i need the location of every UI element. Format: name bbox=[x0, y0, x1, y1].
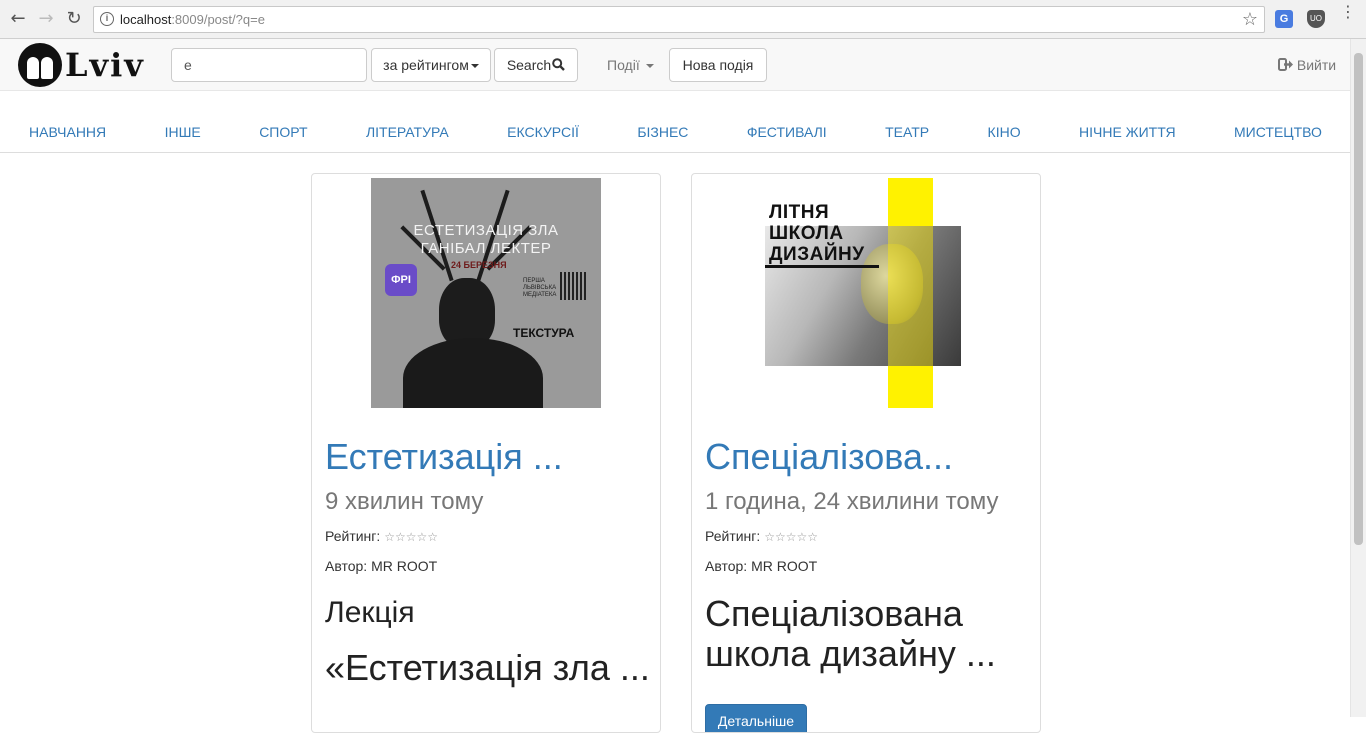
poster-date: 24 БЕРЕЗНЯ bbox=[451, 260, 507, 270]
poster-yellow-overlay bbox=[888, 226, 933, 366]
poster-library-text: ПЕРША ЛЬВІВСЬКА МЕДІАТЕКА bbox=[523, 278, 557, 298]
url-text: localhost:8009/post/?q=e bbox=[120, 12, 265, 27]
url-path: :8009/post/?q=e bbox=[171, 12, 265, 27]
back-icon[interactable]: ← bbox=[7, 8, 29, 30]
magnifier-icon bbox=[552, 58, 566, 71]
post-card: ЕСТЕТИЗАЦІЯ ЗЛА ГАНІБАЛ ЛЕКТЕР 24 БЕРЕЗН… bbox=[311, 173, 661, 733]
search-input[interactable]: e bbox=[171, 48, 367, 82]
poster-grid-logo bbox=[560, 272, 588, 300]
post-description-line: Лекція bbox=[325, 596, 415, 629]
browser-menu-icon[interactable]: ⋮ bbox=[1340, 4, 1356, 27]
category-link-festyvali[interactable]: Фестивалі bbox=[747, 112, 827, 152]
poster-heading-line2: ШКОЛА bbox=[769, 223, 844, 244]
post-title-link[interactable]: Естетизація ... bbox=[325, 436, 563, 478]
sort-dropdown-button[interactable]: за рейтингом bbox=[371, 48, 491, 82]
ublock-extension-icon[interactable]: UO bbox=[1307, 10, 1325, 28]
post-card: ЛІТНЯ ШКОЛА ДИЗАЙНУ Спеціалізова... 1 го… bbox=[691, 173, 1041, 733]
rating-stars-icon[interactable]: ☆☆☆☆☆ bbox=[764, 530, 818, 544]
sign-out-icon bbox=[1278, 58, 1293, 71]
post-poster-image[interactable]: ЛІТНЯ ШКОЛА ДИЗАЙНУ bbox=[751, 178, 981, 408]
category-link-inshe[interactable]: Інше bbox=[165, 112, 201, 152]
post-time-ago: 9 хвилин тому bbox=[325, 488, 484, 515]
logout-link[interactable]: Вийти bbox=[1278, 48, 1350, 82]
bookmark-star-icon[interactable]: ☆ bbox=[1242, 9, 1258, 30]
post-author: Автор: MR ROOT bbox=[325, 558, 438, 574]
rating-stars-icon[interactable]: ☆☆☆☆☆ bbox=[384, 530, 438, 544]
post-author: Автор: MR ROOT bbox=[705, 558, 818, 574]
rating-label: Рейтинг: bbox=[705, 528, 761, 544]
poster-title-line1: ЕСТЕТИЗАЦІЯ ЗЛА bbox=[413, 222, 559, 239]
info-icon[interactable]: i bbox=[100, 12, 114, 26]
category-link-kino[interactable]: Кіно bbox=[988, 112, 1021, 152]
forward-icon[interactable]: → bbox=[35, 8, 57, 30]
category-link-literatura[interactable]: Література bbox=[366, 112, 449, 152]
category-link-ekskursii[interactable]: Екскурсії bbox=[507, 112, 579, 152]
sort-label: за рейтингом bbox=[383, 57, 469, 73]
post-rating: Рейтинг: ☆☆☆☆☆ bbox=[325, 528, 438, 544]
post-title-link[interactable]: Спеціалізова... bbox=[705, 436, 953, 478]
post-details-button[interactable]: Детальніше bbox=[705, 704, 807, 732]
poster-heading-line1: ЛІТНЯ bbox=[769, 202, 830, 223]
events-dropdown[interactable]: Події bbox=[607, 48, 654, 82]
rating-label: Рейтинг: bbox=[325, 528, 381, 544]
poster-brand: ТЕКСТУРА bbox=[513, 326, 575, 340]
new-event-button[interactable]: Нова подія bbox=[669, 48, 767, 82]
post-rating: Рейтинг: ☆☆☆☆☆ bbox=[705, 528, 818, 544]
category-link-navchannia[interactable]: Навчання bbox=[29, 112, 106, 152]
url-host: localhost bbox=[120, 12, 172, 27]
poster-heading: ЛІТНЯ ШКОЛА ДИЗАЙНУ bbox=[751, 202, 865, 265]
category-link-biznes[interactable]: Бізнес bbox=[637, 112, 688, 152]
translate-extension-icon[interactable]: G bbox=[1275, 10, 1293, 28]
post-description: Спеціалізована школа дизайну ... bbox=[705, 593, 996, 674]
poster-badge: ФРІ bbox=[385, 264, 417, 296]
post-poster-image[interactable]: ЕСТЕТИЗАЦІЯ ЗЛА ГАНІБАЛ ЛЕКТЕР 24 БЕРЕЗН… bbox=[371, 178, 601, 408]
search-button-label: Search bbox=[506, 57, 552, 73]
site-logo[interactable]: Lviv bbox=[18, 43, 145, 87]
poster-underline bbox=[765, 265, 879, 268]
events-label: Події bbox=[607, 57, 640, 73]
reload-icon[interactable]: ↻ bbox=[63, 8, 85, 30]
logo-text: Lviv bbox=[65, 46, 145, 84]
browser-toolbar: ← → ↻ i localhost:8009/post/?q=e ☆ G UO … bbox=[0, 0, 1366, 39]
post-description-line: «Естетизація зла ... bbox=[325, 647, 650, 688]
scrollbar-thumb[interactable] bbox=[1354, 53, 1363, 545]
caret-down-icon bbox=[470, 64, 479, 69]
logo-figure-right bbox=[41, 57, 53, 79]
site-navbar: Lviv e за рейтингом Search Події Нова по… bbox=[0, 39, 1350, 91]
category-link-mystetstvo[interactable]: Мистецтво bbox=[1234, 112, 1322, 152]
poster-heading-line3: ДИЗАЙНУ bbox=[769, 244, 865, 265]
poster-title-line2: ГАНІБАЛ ЛЕКТЕР bbox=[420, 240, 552, 257]
logout-label: Вийти bbox=[1296, 57, 1337, 73]
page-scrollbar[interactable] bbox=[1350, 39, 1366, 717]
caret-down-icon bbox=[645, 64, 654, 69]
category-link-nichne-zhyttia[interactable]: Нічне життя bbox=[1079, 112, 1176, 152]
category-link-sport[interactable]: Спорт bbox=[259, 112, 307, 152]
category-bar: Навчання Інше Спорт Література Екскурсії… bbox=[0, 112, 1350, 153]
logo-figure-left bbox=[27, 57, 39, 79]
category-link-teatr[interactable]: Театр bbox=[885, 112, 929, 152]
search-button[interactable]: Search bbox=[494, 48, 578, 82]
address-bar[interactable]: i localhost:8009/post/?q=e ☆ bbox=[93, 6, 1265, 33]
poster-figure-body bbox=[403, 338, 543, 408]
post-time-ago: 1 година, 24 хвилини тому bbox=[705, 488, 999, 515]
logo-people-icon bbox=[18, 43, 62, 87]
